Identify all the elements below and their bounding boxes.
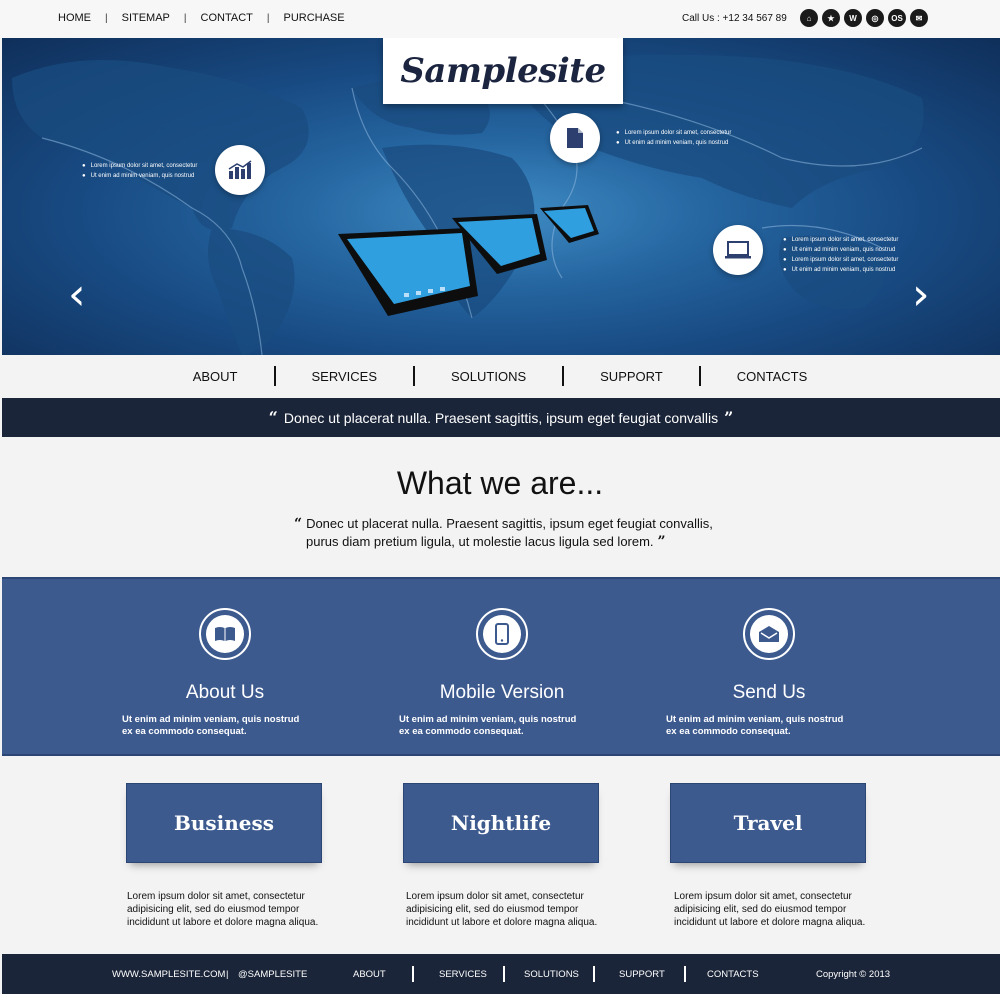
card-text-line: Lorem ipsum dolor sit amet, consectetur (674, 891, 852, 902)
nav-contacts[interactable]: CONTACTS (701, 369, 844, 384)
close-quote-mark: ” (724, 408, 734, 427)
call-us-text: Call Us : +12 34 567 89 (682, 13, 787, 24)
mail-icon[interactable]: ✉ (910, 9, 928, 27)
card-text-line: incididunt ut labore et dolore magna ali… (127, 917, 319, 928)
book-icon (206, 615, 244, 653)
card-business-text: Lorem ipsum dolor sit amet, consectetur … (127, 890, 327, 929)
card-text-line: Lorem ipsum dolor sit amet, consectetur (406, 891, 584, 902)
card-text-line: incididunt ut labore et dolore magna ali… (406, 917, 598, 928)
nav-about[interactable]: ABOUT (157, 369, 274, 384)
footer: WWW.SAMPLESITE.COM | @SAMPLESITE ABOUT S… (2, 954, 1000, 994)
card-text-line: incididunt ut labore et dolore magna ali… (674, 917, 866, 928)
feature-icon-button[interactable] (199, 608, 251, 660)
footer-nav-divider (684, 966, 686, 982)
footer-separator: | (226, 969, 229, 980)
feature-desc-line: Ut enim ad minim veniam, quis nostrud (399, 714, 577, 725)
prev-slide-arrow[interactable]: ‹ (68, 273, 86, 317)
next-slide-arrow[interactable]: › (912, 273, 930, 317)
card-text-line: adipisicing elit, sed do eiusmod tempor (406, 904, 579, 915)
star-icon[interactable]: ★ (822, 9, 840, 27)
footer-nav-divider (593, 966, 595, 982)
wordpress-icon[interactable]: W (844, 9, 862, 27)
section-intro: “Donec ut placerat nulla. Praesent sagit… (290, 515, 730, 551)
features-band: About Us Ut enim ad minim veniam, quis n… (2, 577, 1000, 756)
logo[interactable]: Samplesite (383, 38, 623, 104)
envelope-icon (750, 615, 788, 653)
nav-services[interactable]: SERVICES (276, 369, 414, 384)
footer-nav-divider (412, 966, 414, 982)
top-nav-home[interactable]: HOME (58, 12, 91, 24)
quote-bar: “ Donec ut placerat nulla. Praesent sagi… (2, 398, 1000, 437)
footer-handle-link[interactable]: @SAMPLESITE (238, 969, 307, 980)
feature-desc-line: Ut enim ad minim veniam, quis nostrud (122, 714, 300, 725)
logo-text: Samplesite (400, 51, 606, 91)
top-bar: HOME | SITEMAP | CONTACT | PURCHASE Call… (0, 0, 1000, 38)
hero-slider: Samplesite Lorem ipsum dolor sit amet, c… (2, 38, 1000, 355)
footer-nav-solutions[interactable]: SOLUTIONS (524, 969, 579, 980)
feature-title: About Us (185, 682, 265, 703)
footer-nav-services[interactable]: SERVICES (439, 969, 487, 980)
top-nav: HOME | SITEMAP | CONTACT | PURCHASE (58, 12, 345, 24)
card-nightlife-text: Lorem ipsum dolor sit amet, consectetur … (406, 890, 606, 929)
nav-solutions[interactable]: SOLUTIONS (415, 369, 562, 384)
feature-desc-line: ex ea commodo consequat. (122, 726, 247, 737)
footer-website-link[interactable]: WWW.SAMPLESITE.COM (112, 969, 225, 980)
quote-text: Donec ut placerat nulla. Praesent sagitt… (283, 409, 719, 426)
feature-about-us: About Us Ut enim ad minim veniam, quis n… (105, 579, 345, 738)
home-icon[interactable]: ⌂ (800, 9, 818, 27)
card-text-line: adipisicing elit, sed do eiusmod tempor (127, 904, 300, 915)
footer-nav-support[interactable]: SUPPORT (619, 969, 665, 980)
card-text-line: Lorem ipsum dolor sit amet, consectetur (127, 891, 305, 902)
open-quote-mark: “ (268, 408, 278, 427)
feature-description: Ut enim ad minim veniam, quis nostrud ex… (649, 714, 889, 738)
main-nav: ABOUT SERVICES SOLUTIONS SUPPORT CONTACT… (0, 355, 1000, 397)
footer-nav-divider (503, 966, 505, 982)
top-nav-sitemap[interactable]: SITEMAP (122, 12, 170, 24)
feature-desc-line: ex ea commodo consequat. (399, 726, 524, 737)
intro-line-2: purus diam pretium ligula, ut molestie l… (306, 534, 654, 549)
card-nightlife[interactable]: Nightlife (403, 783, 599, 863)
close-quote-mark: ” (657, 534, 666, 550)
open-quote-mark: “ (294, 516, 303, 532)
feature-desc-line: ex ea commodo consequat. (666, 726, 791, 737)
card-text-line: adipisicing elit, sed do eiusmod tempor (674, 904, 847, 915)
feature-mobile-version: Mobile Version Ut enim ad minim veniam, … (382, 579, 622, 738)
feature-desc-line: Ut enim ad minim veniam, quis nostrud (666, 714, 844, 725)
card-travel[interactable]: Travel (670, 783, 866, 863)
feature-description: Ut enim ad minim veniam, quis nostrud ex… (382, 714, 622, 738)
footer-copyright: Copyright © 2013 (816, 969, 891, 980)
card-travel-text: Lorem ipsum dolor sit amet, consectetur … (674, 890, 874, 929)
tablet-large (338, 228, 478, 316)
os-icon[interactable]: OS (888, 9, 906, 27)
feature-icon-button[interactable] (743, 608, 795, 660)
feature-send-us: Send Us Ut enim ad minim veniam, quis no… (649, 579, 889, 738)
top-nav-separator: | (105, 12, 108, 24)
phone-icon (483, 615, 521, 653)
top-nav-separator: | (183, 12, 187, 24)
footer-nav-about[interactable]: ABOUT (353, 969, 386, 980)
top-nav-separator: | (266, 12, 270, 24)
footer-nav-contacts[interactable]: CONTACTS (707, 969, 759, 980)
top-nav-purchase[interactable]: PURCHASE (283, 12, 344, 24)
card-business[interactable]: Business (126, 783, 322, 863)
feature-description: Ut enim ad minim veniam, quis nostrud ex… (105, 714, 345, 738)
top-nav-contact[interactable]: CONTACT (201, 12, 253, 24)
feature-title: Mobile Version (439, 682, 565, 703)
feature-title: Send Us (732, 682, 806, 703)
section-title: What we are... (396, 465, 604, 501)
tablet-small (540, 205, 599, 243)
social-icons: ⌂ ★ W ◎ OS ✉ (800, 9, 928, 27)
nav-support[interactable]: SUPPORT (564, 369, 699, 384)
feature-icon-button[interactable] (476, 608, 528, 660)
target-icon[interactable]: ◎ (866, 9, 884, 27)
intro-line-1: Donec ut placerat nulla. Praesent sagitt… (306, 516, 713, 531)
